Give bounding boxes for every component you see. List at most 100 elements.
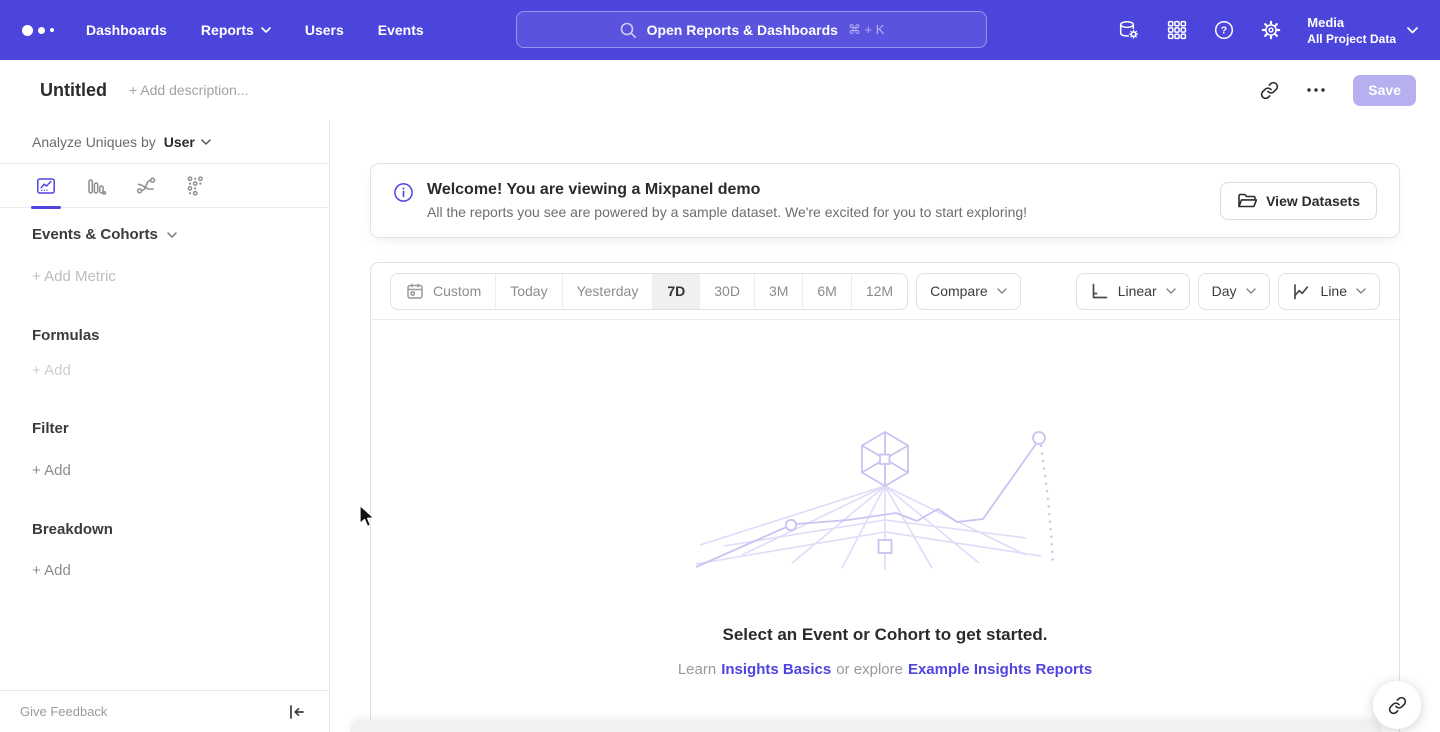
display-controls: Linear Day Line bbox=[1076, 273, 1380, 310]
report-title[interactable]: Untitled bbox=[40, 80, 107, 101]
share-link-fab[interactable] bbox=[1373, 681, 1421, 729]
empty-state-title: Select an Event or Cohort to get started… bbox=[723, 625, 1048, 645]
interval-label: Day bbox=[1212, 283, 1237, 299]
logo-dot-small bbox=[50, 28, 54, 32]
linear-axes-icon bbox=[1090, 282, 1109, 301]
range-custom[interactable]: Custom bbox=[391, 274, 496, 309]
line-chart-icon bbox=[1292, 282, 1312, 301]
range-today[interactable]: Today bbox=[496, 274, 562, 309]
chart-type-dropdown[interactable]: Line bbox=[1278, 273, 1380, 310]
chart-type-label: Line bbox=[1321, 283, 1347, 299]
tab-bar-chart-icon[interactable] bbox=[80, 164, 112, 208]
events-cohorts-section[interactable]: Events & Cohorts bbox=[32, 226, 297, 243]
range-30d[interactable]: 30D bbox=[700, 274, 755, 309]
breakdown-title: Breakdown bbox=[32, 521, 297, 538]
bottom-panel-handle[interactable] bbox=[350, 720, 1382, 732]
range-7d[interactable]: 7D bbox=[653, 274, 700, 309]
analyze-label: Analyze Uniques by bbox=[32, 134, 156, 150]
project-labels: Media All Project Data bbox=[1307, 15, 1396, 46]
logo-dot-large bbox=[22, 25, 33, 36]
chevron-down-icon bbox=[997, 288, 1007, 294]
app-body: Analyze Uniques by User bbox=[0, 120, 1440, 732]
analyze-by-value: User bbox=[164, 134, 195, 150]
report-header: Untitled + Add description... Save bbox=[0, 60, 1440, 120]
visualization-tabs bbox=[0, 164, 329, 208]
range-12m[interactable]: 12M bbox=[852, 274, 907, 309]
data-sources-icon[interactable] bbox=[1117, 19, 1141, 42]
nav-reports-label: Reports bbox=[201, 22, 254, 38]
info-icon bbox=[393, 182, 414, 203]
add-formula-button[interactable]: + Add bbox=[32, 362, 297, 379]
top-nav: Dashboards Reports Users Events Open Rep… bbox=[0, 0, 1440, 60]
scale-label: Linear bbox=[1118, 283, 1157, 299]
nav-right-cluster: ? Media All Project Data bbox=[1117, 15, 1418, 46]
mixpanel-logo[interactable] bbox=[22, 25, 54, 36]
report-description-placeholder[interactable]: + Add description... bbox=[129, 82, 248, 98]
range-3m[interactable]: 3M bbox=[755, 274, 803, 309]
nav-users[interactable]: Users bbox=[305, 22, 344, 38]
collapse-sidebar-icon[interactable] bbox=[287, 704, 305, 720]
banner-title: Welcome! You are viewing a Mixpanel demo bbox=[427, 181, 1027, 199]
empty-state-subtitle: Learn Insights Basics or explore Example… bbox=[678, 661, 1092, 678]
project-name: Media bbox=[1307, 15, 1396, 30]
chevron-down-icon bbox=[261, 27, 271, 33]
svg-text:?: ? bbox=[1221, 25, 1227, 37]
mixpanel-insights-app: Dashboards Reports Users Events Open Rep… bbox=[0, 0, 1440, 732]
search-icon bbox=[619, 21, 637, 39]
insights-basics-link[interactable]: Insights Basics bbox=[721, 661, 831, 678]
copy-link-icon[interactable] bbox=[1260, 81, 1279, 100]
tab-retention-icon[interactable] bbox=[180, 164, 212, 208]
link-icon bbox=[1388, 696, 1407, 715]
chevron-down-icon bbox=[1246, 288, 1256, 294]
save-button[interactable]: Save bbox=[1353, 75, 1416, 106]
chart-controls: Custom Today Yesterday 7D 30D 3M 6M 12M … bbox=[371, 263, 1399, 320]
analyze-row: Analyze Uniques by User bbox=[0, 120, 329, 164]
add-filter-button[interactable]: + Add bbox=[32, 462, 297, 479]
empty-state: Select an Event or Cohort to get started… bbox=[371, 320, 1399, 678]
example-reports-link[interactable]: Example Insights Reports bbox=[908, 661, 1092, 678]
chevron-down-icon bbox=[167, 232, 177, 238]
report-canvas: Welcome! You are viewing a Mixpanel demo… bbox=[330, 120, 1440, 732]
nav-events[interactable]: Events bbox=[378, 22, 424, 38]
range-yesterday[interactable]: Yesterday bbox=[563, 274, 654, 309]
apps-grid-icon[interactable] bbox=[1166, 19, 1188, 41]
range-custom-label: Custom bbox=[433, 283, 481, 299]
report-actions: Save bbox=[1260, 75, 1416, 106]
formulas-title: Formulas bbox=[32, 327, 297, 344]
folder-icon bbox=[1237, 192, 1257, 209]
welcome-banner: Welcome! You are viewing a Mixpanel demo… bbox=[370, 163, 1400, 238]
banner-subtitle: All the reports you see are powered by a… bbox=[427, 204, 1027, 220]
nav-dashboards[interactable]: Dashboards bbox=[86, 22, 167, 38]
primary-nav: Dashboards Reports Users Events bbox=[86, 22, 424, 38]
tab-flows-icon[interactable] bbox=[130, 164, 162, 208]
global-search[interactable]: Open Reports & Dashboards ⌘ + K bbox=[516, 11, 987, 48]
add-metric-button[interactable]: + Add Metric bbox=[32, 268, 297, 285]
project-switcher[interactable]: Media All Project Data bbox=[1307, 15, 1418, 46]
add-breakdown-button[interactable]: + Add bbox=[32, 562, 297, 579]
chevron-down-icon bbox=[201, 139, 211, 145]
chart-card: Custom Today Yesterday 7D 30D 3M 6M 12M … bbox=[370, 262, 1400, 732]
filter-title: Filter bbox=[32, 420, 297, 437]
explore-text: or explore bbox=[836, 661, 903, 678]
empty-state-illustration bbox=[696, 424, 1074, 574]
settings-gear-icon[interactable] bbox=[1260, 19, 1282, 41]
compare-dropdown[interactable]: Compare bbox=[916, 273, 1021, 310]
interval-dropdown[interactable]: Day bbox=[1198, 273, 1270, 310]
chevron-down-icon bbox=[1407, 27, 1418, 34]
view-datasets-label: View Datasets bbox=[1266, 193, 1360, 209]
nav-reports[interactable]: Reports bbox=[201, 22, 271, 38]
sidebar-footer: Give Feedback bbox=[0, 690, 329, 732]
analyze-by-dropdown[interactable]: User bbox=[164, 134, 211, 150]
give-feedback-link[interactable]: Give Feedback bbox=[20, 704, 107, 719]
help-icon[interactable]: ? bbox=[1213, 19, 1235, 41]
calendar-icon bbox=[405, 281, 425, 301]
project-data-scope: All Project Data bbox=[1307, 32, 1396, 46]
search-shortcut: ⌘ + K bbox=[848, 22, 885, 38]
scale-dropdown[interactable]: Linear bbox=[1076, 273, 1190, 310]
more-options-icon[interactable] bbox=[1306, 87, 1326, 93]
tab-insights-chart-icon[interactable] bbox=[30, 164, 62, 208]
view-datasets-button[interactable]: View Datasets bbox=[1220, 182, 1377, 220]
logo-dot-medium bbox=[38, 27, 45, 34]
chevron-down-icon bbox=[1356, 288, 1366, 294]
range-6m[interactable]: 6M bbox=[803, 274, 851, 309]
